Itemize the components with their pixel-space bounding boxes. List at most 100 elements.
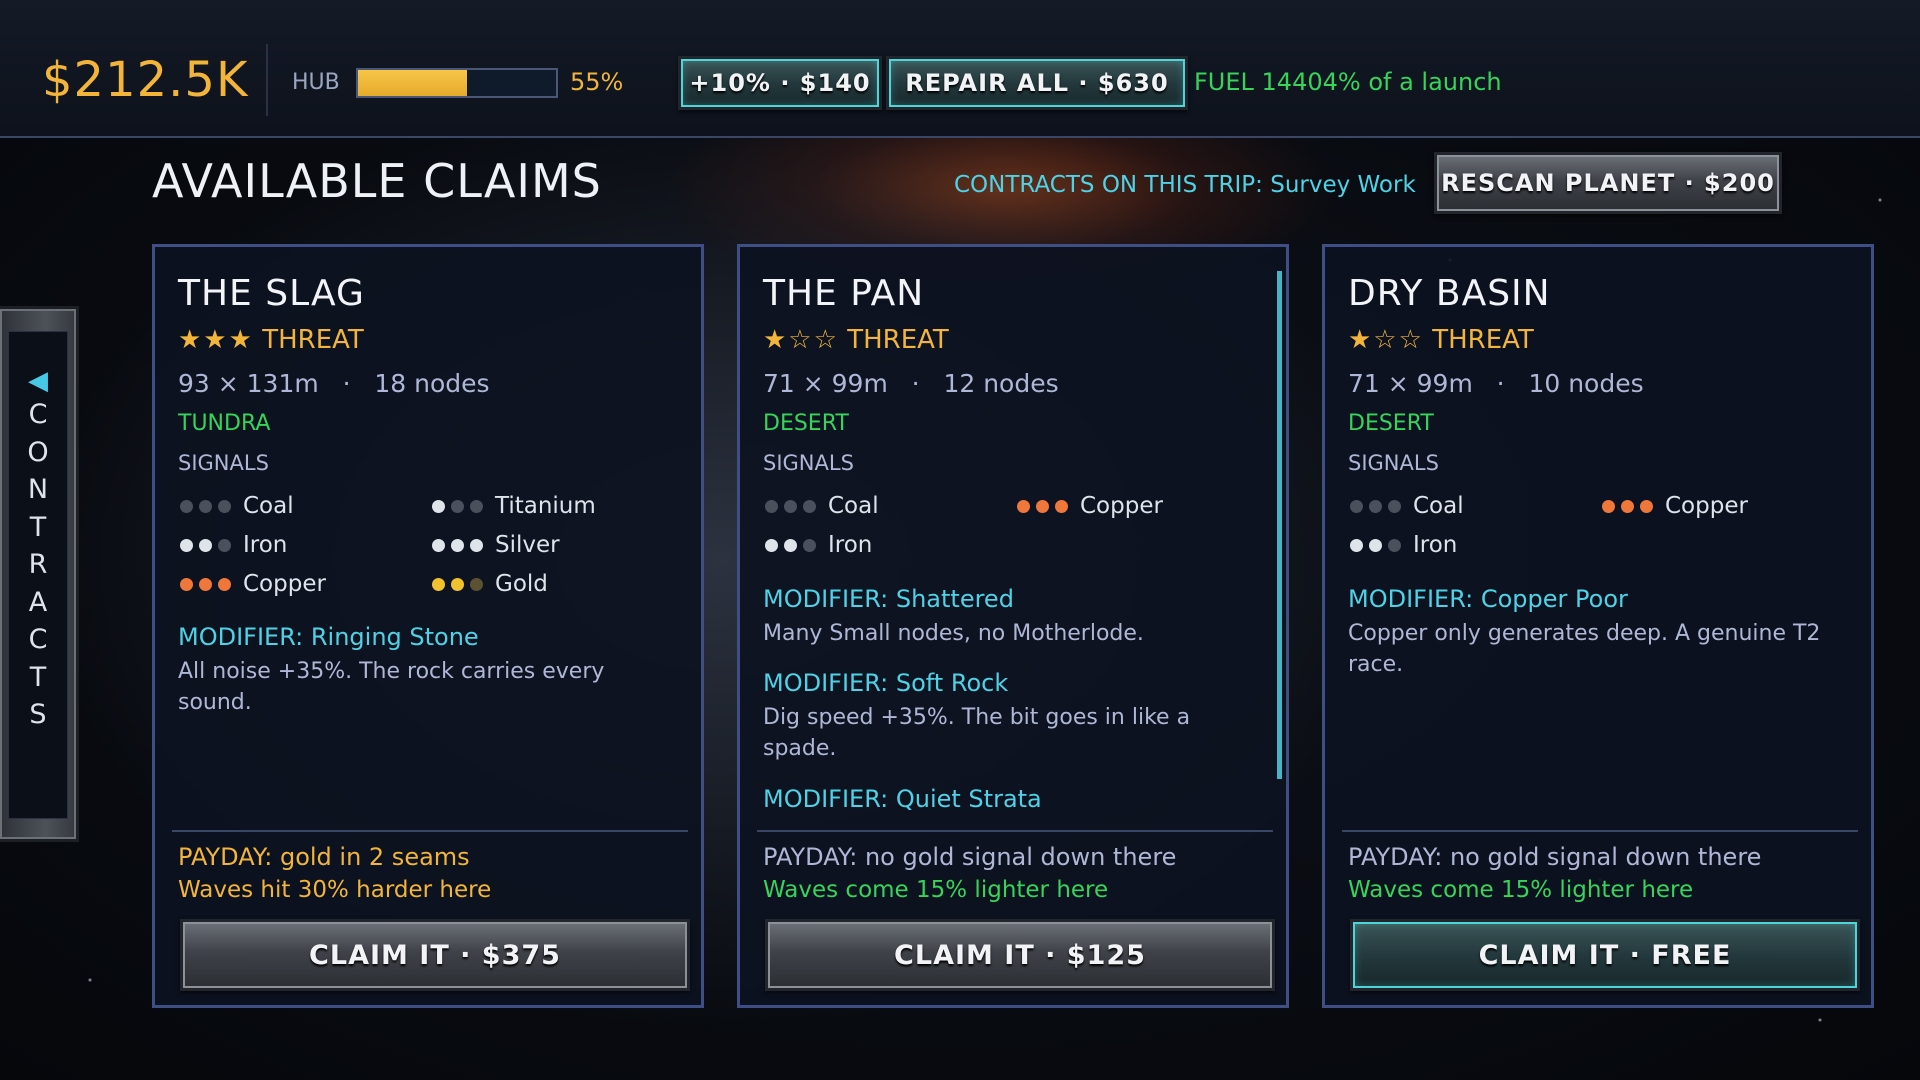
claim-card-the-slag: THE SLAG ★★★ THREAT 93 × 131m · 18 nodes… bbox=[152, 244, 704, 1008]
claim-button[interactable]: CLAIM IT · FREE bbox=[1350, 919, 1860, 991]
payday-text: PAYDAY: gold in 2 seams bbox=[178, 843, 470, 871]
waves-text: Waves come 15% lighter here bbox=[1348, 877, 1694, 903]
signal-dot-white bbox=[432, 499, 445, 513]
page-title: AVAILABLE CLAIMS bbox=[152, 154, 602, 208]
arrow-left-icon: ◀ bbox=[28, 366, 48, 396]
money-display: $212.5K bbox=[42, 52, 249, 108]
signal-copper: Copper bbox=[1017, 493, 1163, 519]
top-bar: $212.5K HUB 55% +10% · $140 REPAIR ALL ·… bbox=[0, 0, 1920, 138]
signal-dot-orange bbox=[1621, 499, 1634, 513]
signal-dot-white bbox=[199, 538, 212, 552]
tab-letter: A bbox=[28, 586, 48, 618]
claim-dimensions: 71 × 99m · 12 nodes bbox=[763, 369, 1059, 398]
modifier-description: All noise +35%. The rock carries every s… bbox=[178, 659, 605, 715]
signal-strength-dots bbox=[1602, 499, 1659, 513]
signal-name: Iron bbox=[1413, 532, 1458, 558]
signal-dot-orange bbox=[199, 577, 212, 591]
claim-card-the-pan: THE PAN ★☆☆ THREAT 71 × 99m · 12 nodes D… bbox=[737, 244, 1289, 1008]
signal-dot-dim bbox=[1388, 499, 1401, 513]
modifier-scrollbar[interactable] bbox=[1277, 271, 1282, 779]
signal-dot-white bbox=[784, 538, 797, 552]
signal-copper: Copper bbox=[1602, 493, 1748, 519]
card-divider bbox=[172, 830, 688, 832]
signal-dot-dim bbox=[1350, 499, 1363, 513]
signals-heading: SIGNALS bbox=[1348, 451, 1439, 475]
threat-stars-icon: ★☆☆ bbox=[763, 325, 839, 355]
biome-label: DESERT bbox=[1348, 411, 1434, 436]
boost-button[interactable]: +10% · $140 bbox=[678, 56, 882, 110]
signals-heading: SIGNALS bbox=[763, 451, 854, 475]
signal-name: Gold bbox=[495, 571, 548, 597]
contracts-side-tab[interactable]: ◀ C O N T R A C T S bbox=[0, 306, 79, 842]
waves-text: Waves come 15% lighter here bbox=[763, 877, 1109, 903]
modifier-title: MODIFIER: Copper Poor bbox=[1348, 585, 1628, 613]
claim-button[interactable]: CLAIM IT · $125 bbox=[765, 919, 1275, 991]
signal-strength-dots bbox=[765, 538, 822, 552]
signal-dot-dim bbox=[218, 499, 231, 513]
threat-rating: ★☆☆ THREAT bbox=[763, 325, 949, 355]
signal-name: Coal bbox=[1413, 493, 1464, 519]
waves-text: Waves hit 30% harder here bbox=[178, 877, 492, 903]
signal-name: Iron bbox=[828, 532, 873, 558]
hub-percent: 55% bbox=[570, 68, 624, 96]
fuel-status: FUEL 14404% of a launch bbox=[1194, 68, 1502, 96]
signal-dot-dim bbox=[803, 499, 816, 513]
tab-letter: C bbox=[28, 399, 48, 430]
modifier-title: MODIFIER: Quiet Strata bbox=[763, 785, 1042, 813]
card-divider bbox=[757, 830, 1273, 832]
signal-dot-orange bbox=[1036, 499, 1049, 513]
contracts-on-trip: CONTRACTS ON THIS TRIP: Survey Work bbox=[954, 172, 1416, 198]
signal-dot-orange bbox=[1017, 499, 1030, 513]
modifier-description: Many Small nodes, no Motherlode. bbox=[763, 621, 1144, 646]
signal-silver: Silver bbox=[432, 532, 560, 558]
claim-card-dry-basin: DRY BASIN ★☆☆ THREAT 71 × 99m · 10 nodes… bbox=[1322, 244, 1874, 1008]
signal-gold: Gold bbox=[432, 571, 548, 597]
signal-strength-dots bbox=[432, 538, 489, 552]
modifier-title: MODIFIER: Shattered bbox=[763, 585, 1014, 613]
signal-strength-dots bbox=[180, 499, 237, 513]
threat-label: THREAT bbox=[847, 325, 949, 355]
signal-dot-dimgold bbox=[470, 577, 483, 591]
signal-strength-dots bbox=[1017, 499, 1074, 513]
tab-letter: T bbox=[29, 511, 47, 543]
hub-progress-fill bbox=[358, 70, 467, 96]
signal-strength-dots bbox=[1350, 499, 1407, 513]
signal-name: Coal bbox=[243, 493, 294, 519]
claim-button[interactable]: CLAIM IT · $375 bbox=[180, 919, 690, 991]
modifier-title: MODIFIER: Ringing Stone bbox=[178, 623, 479, 651]
threat-label: THREAT bbox=[1432, 325, 1534, 355]
scrollbar-thumb[interactable] bbox=[1277, 271, 1282, 779]
signal-dot-white bbox=[1350, 538, 1363, 552]
signal-strength-dots bbox=[765, 499, 822, 513]
modifier-description: Dig speed +35%. The bit goes in like a s… bbox=[763, 705, 1191, 761]
signal-strength-dots bbox=[180, 577, 237, 591]
signal-dot-orange bbox=[1055, 499, 1068, 513]
signal-copper: Copper bbox=[180, 571, 326, 597]
tab-letter: R bbox=[28, 549, 48, 580]
repair-all-button[interactable]: REPAIR ALL · $630 bbox=[886, 56, 1188, 110]
rescan-planet-button[interactable]: RESCAN PLANET · $200 bbox=[1434, 152, 1782, 214]
signal-name: Copper bbox=[243, 571, 326, 597]
card-divider bbox=[1342, 830, 1858, 832]
tab-letter: O bbox=[27, 436, 49, 468]
threat-rating: ★☆☆ THREAT bbox=[1348, 325, 1534, 355]
claim-name: THE PAN bbox=[763, 273, 925, 314]
signal-dot-dim bbox=[765, 499, 778, 513]
tab-letter: S bbox=[29, 699, 47, 730]
signal-dot-white bbox=[451, 538, 464, 552]
signal-dot-dim bbox=[784, 499, 797, 513]
signal-strength-dots bbox=[180, 538, 237, 552]
biome-label: TUNDRA bbox=[178, 411, 271, 436]
contracts-tab-label: C O N T R A C T S bbox=[27, 396, 48, 734]
top-bar-divider bbox=[266, 44, 268, 116]
claim-name: DRY BASIN bbox=[1348, 273, 1551, 314]
signal-titanium: Titanium bbox=[432, 493, 596, 519]
signal-iron: Iron bbox=[180, 532, 287, 558]
signal-coal: Coal bbox=[765, 493, 879, 519]
signal-dot-white bbox=[180, 538, 193, 552]
signal-dot-white bbox=[470, 538, 483, 552]
biome-label: DESERT bbox=[763, 411, 849, 436]
signal-dot-dim bbox=[218, 538, 231, 552]
modifier-title: MODIFIER: Soft Rock bbox=[763, 669, 1009, 697]
tab-letter: C bbox=[28, 624, 48, 655]
